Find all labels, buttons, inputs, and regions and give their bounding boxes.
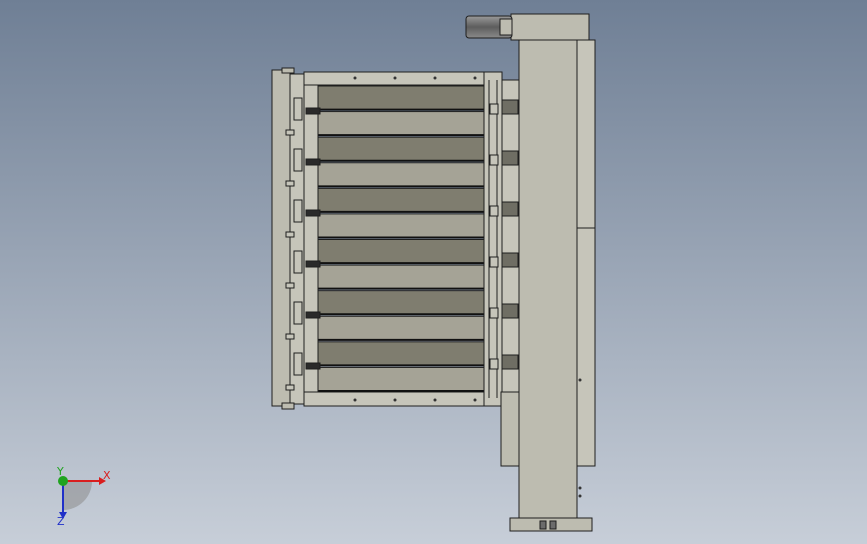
hole	[393, 398, 397, 402]
hole	[578, 486, 582, 490]
side-pin	[285, 282, 295, 289]
louver-slat	[317, 264, 485, 290]
side-bracket	[293, 199, 303, 223]
hole	[473, 398, 477, 402]
pivot-clamp	[305, 311, 321, 319]
louver-slat	[317, 366, 485, 392]
x-axis-label: X	[103, 469, 111, 482]
louver-slat	[317, 85, 485, 111]
pivot-clamp	[305, 158, 321, 166]
side-pin	[285, 384, 295, 391]
hole	[353, 76, 357, 80]
louver-slat	[317, 213, 485, 239]
chain-link	[501, 99, 519, 115]
louver-slat	[317, 187, 485, 213]
pivot-clamp	[305, 362, 321, 370]
side-bracket	[293, 250, 303, 274]
chain-pin	[489, 205, 499, 217]
chain-pin	[489, 154, 499, 166]
louver-slat	[317, 136, 485, 162]
louver-slat	[317, 341, 485, 366]
side-pin	[285, 180, 295, 187]
hole	[393, 76, 397, 80]
side-bracket	[293, 352, 303, 376]
louver-slat	[317, 162, 485, 187]
pivot-clamp	[305, 209, 321, 217]
hole	[578, 378, 582, 382]
chain-pin	[489, 358, 499, 370]
side-bracket	[293, 97, 303, 121]
side-bracket	[293, 301, 303, 325]
side-bracket	[293, 148, 303, 172]
y-axis-label: Y	[56, 465, 64, 478]
louver-slat	[317, 111, 485, 136]
chain-link	[501, 201, 519, 217]
hole	[473, 76, 477, 80]
hole	[433, 76, 437, 80]
side-pin	[285, 333, 295, 340]
pivot-clamp	[305, 260, 321, 268]
hole	[353, 398, 357, 402]
louver-slat	[317, 239, 485, 264]
hole	[433, 398, 437, 402]
side-pin	[285, 231, 295, 238]
chain-link	[501, 252, 519, 268]
pivot-clamp	[305, 107, 321, 115]
drive-motor[interactable]	[465, 15, 513, 39]
louver-slats	[317, 85, 485, 392]
louver-slat	[317, 315, 485, 341]
chain-link	[501, 150, 519, 166]
z-axis-label: Z	[57, 515, 65, 528]
chain-pin	[489, 103, 499, 115]
bracket-strip	[303, 84, 319, 393]
chain-link	[501, 354, 519, 370]
side-pin	[285, 129, 295, 136]
chain-pin	[489, 307, 499, 319]
louver-slat	[317, 290, 485, 315]
cad-viewport[interactable]: X Y Z	[0, 0, 867, 544]
chain-link	[501, 303, 519, 319]
hole	[578, 494, 582, 498]
chain-pin	[489, 256, 499, 268]
model-view[interactable]: X Y Z	[0, 0, 867, 544]
